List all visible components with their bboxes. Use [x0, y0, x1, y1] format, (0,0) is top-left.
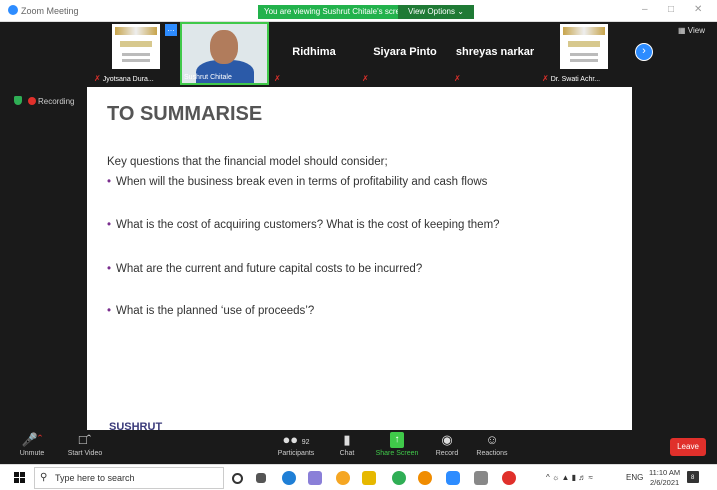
- participant-thumbnail: [560, 24, 608, 69]
- menu-icon[interactable]: …: [165, 24, 177, 36]
- task-view-icon[interactable]: [256, 473, 266, 483]
- participant-tile[interactable]: ✗ Jyotsana Dura...: [92, 22, 174, 85]
- slide-title: TO SUMMARISE: [107, 103, 263, 125]
- chrome-icon[interactable]: [336, 471, 350, 485]
- app-title: Zoom Meeting: [8, 5, 79, 16]
- grid-icon: ▦: [678, 26, 688, 35]
- participant-tile[interactable]: Ridhima ✗: [272, 22, 356, 85]
- muted-mic-icon: ✗: [274, 74, 281, 83]
- bullet-icon: •: [107, 219, 112, 231]
- muted-mic-icon: 🎤ˆ: [21, 432, 43, 447]
- minimize-button[interactable]: –: [642, 4, 648, 15]
- reactions-button[interactable]: ☺ Reactions: [472, 432, 512, 457]
- participant-tile[interactable]: shreyas narkar ✗: [452, 22, 538, 85]
- app-icon[interactable]: [308, 471, 322, 485]
- windows-start-icon[interactable]: [14, 472, 26, 484]
- active-speaker-tile[interactable]: Sushrut Chitale: [180, 22, 269, 85]
- participant-thumbnail: [112, 24, 160, 69]
- participant-name: Ridhima: [292, 46, 336, 58]
- next-page-icon[interactable]: ›: [635, 43, 653, 61]
- windows-taskbar: ⚲ Type here to search ^ ☼ ▲ ▮ ♬ ≈ ENG 11:…: [0, 464, 717, 490]
- share-screen-button[interactable]: ↑ Share Screen: [374, 432, 420, 457]
- taskbar-search[interactable]: ⚲ Type here to search: [34, 467, 224, 489]
- chat-icon: ▮: [343, 432, 351, 447]
- recording-indicator[interactable]: Recording: [14, 96, 74, 106]
- chat-button[interactable]: ▮ Chat: [330, 432, 364, 457]
- participant-tile[interactable]: Siyara Pinto ✗: [360, 22, 450, 85]
- title-bar: Zoom Meeting You are viewing Sushrut Chi…: [0, 0, 717, 22]
- participant-name: ✗ Dr. Swati Achr...: [542, 74, 601, 83]
- language-indicator[interactable]: ENG: [626, 473, 643, 482]
- view-options-button[interactable]: View Options ⌄: [398, 5, 474, 19]
- search-icon: ⚲: [40, 472, 48, 483]
- slide-bullet: • What is the cost of acquiring customers…: [107, 219, 500, 231]
- tray-icons[interactable]: ^ ☼ ▲ ▮ ♬ ≈: [546, 473, 593, 482]
- share-screen-icon: ↑: [390, 432, 404, 448]
- file-explorer-icon[interactable]: [362, 471, 376, 485]
- app-icon[interactable]: [474, 471, 488, 485]
- slide-bullet: • When will the business break even in te…: [107, 176, 488, 188]
- speaker-face: [210, 30, 238, 64]
- muted-mic-icon: ✗: [94, 74, 101, 83]
- record-icon: ◉: [441, 432, 453, 447]
- slide-bullet: • What is the planned ‘use of proceeds’?: [107, 305, 315, 317]
- bullet-icon: •: [107, 263, 112, 275]
- participant-name: Sushrut Chitale: [184, 74, 232, 81]
- muted-mic-icon: ✗: [542, 74, 549, 83]
- participant-strip: ✗ Jyotsana Dura... … Sushrut Chitale Ridh…: [0, 22, 717, 85]
- reactions-icon: ☺: [485, 432, 499, 447]
- zoom-app-icon[interactable]: [446, 471, 460, 485]
- app-icon[interactable]: [392, 471, 406, 485]
- meeting-toolbar: 🎤ˆ Unmute □ˆ Start Video ●● 92 Participants…: [0, 430, 717, 464]
- app-icon[interactable]: [502, 471, 516, 485]
- close-button[interactable]: ✕: [694, 4, 702, 15]
- leave-button[interactable]: Leave: [670, 438, 706, 456]
- participant-name: ✗ Jyotsana Dura...: [94, 74, 154, 83]
- muted-mic-icon: ✗: [454, 74, 461, 83]
- app-title-text: Zoom Meeting: [21, 6, 79, 16]
- bullet-icon: •: [107, 305, 112, 317]
- record-dot-icon: [28, 97, 36, 105]
- recording-label: Recording: [38, 97, 75, 106]
- cortana-icon[interactable]: [232, 473, 243, 484]
- participant-tile[interactable]: ✗ Dr. Swati Achr...: [540, 22, 626, 85]
- view-button[interactable]: ▦ View: [678, 26, 705, 35]
- notification-icon[interactable]: 8: [687, 471, 699, 483]
- participant-name: shreyas narkar: [455, 46, 535, 58]
- participant-name: Siyara Pinto: [373, 46, 437, 58]
- participants-button[interactable]: ●● 92 Participants: [270, 432, 322, 457]
- edge-icon[interactable]: [282, 471, 296, 485]
- zoom-icon: [8, 5, 18, 15]
- unmute-button[interactable]: 🎤ˆ Unmute: [12, 432, 52, 457]
- bullet-icon: •: [107, 176, 112, 188]
- maximize-button[interactable]: □: [668, 4, 674, 15]
- record-button[interactable]: ◉ Record: [430, 432, 464, 457]
- video-off-icon: □ˆ: [78, 432, 92, 447]
- muted-mic-icon: ✗: [362, 74, 369, 83]
- participants-icon: ●● 92: [282, 432, 310, 447]
- viewing-banner: You are viewing Sushrut Chitale's screen: [258, 5, 415, 19]
- taskbar-clock[interactable]: 11:10 AM 2/6/2021: [649, 468, 680, 488]
- slide-bullet: • What are the current and future capital…: [107, 263, 423, 275]
- shared-screen: TO SUMMARISE Key questions that the fina…: [87, 87, 632, 430]
- shield-icon: [14, 96, 22, 105]
- slide-footer-text: SUSHRUT: [109, 421, 163, 430]
- chrome-icon[interactable]: [418, 471, 432, 485]
- start-video-button[interactable]: □ˆ Start Video: [62, 432, 108, 457]
- slide-intro: Key questions that the financial model s…: [107, 156, 388, 168]
